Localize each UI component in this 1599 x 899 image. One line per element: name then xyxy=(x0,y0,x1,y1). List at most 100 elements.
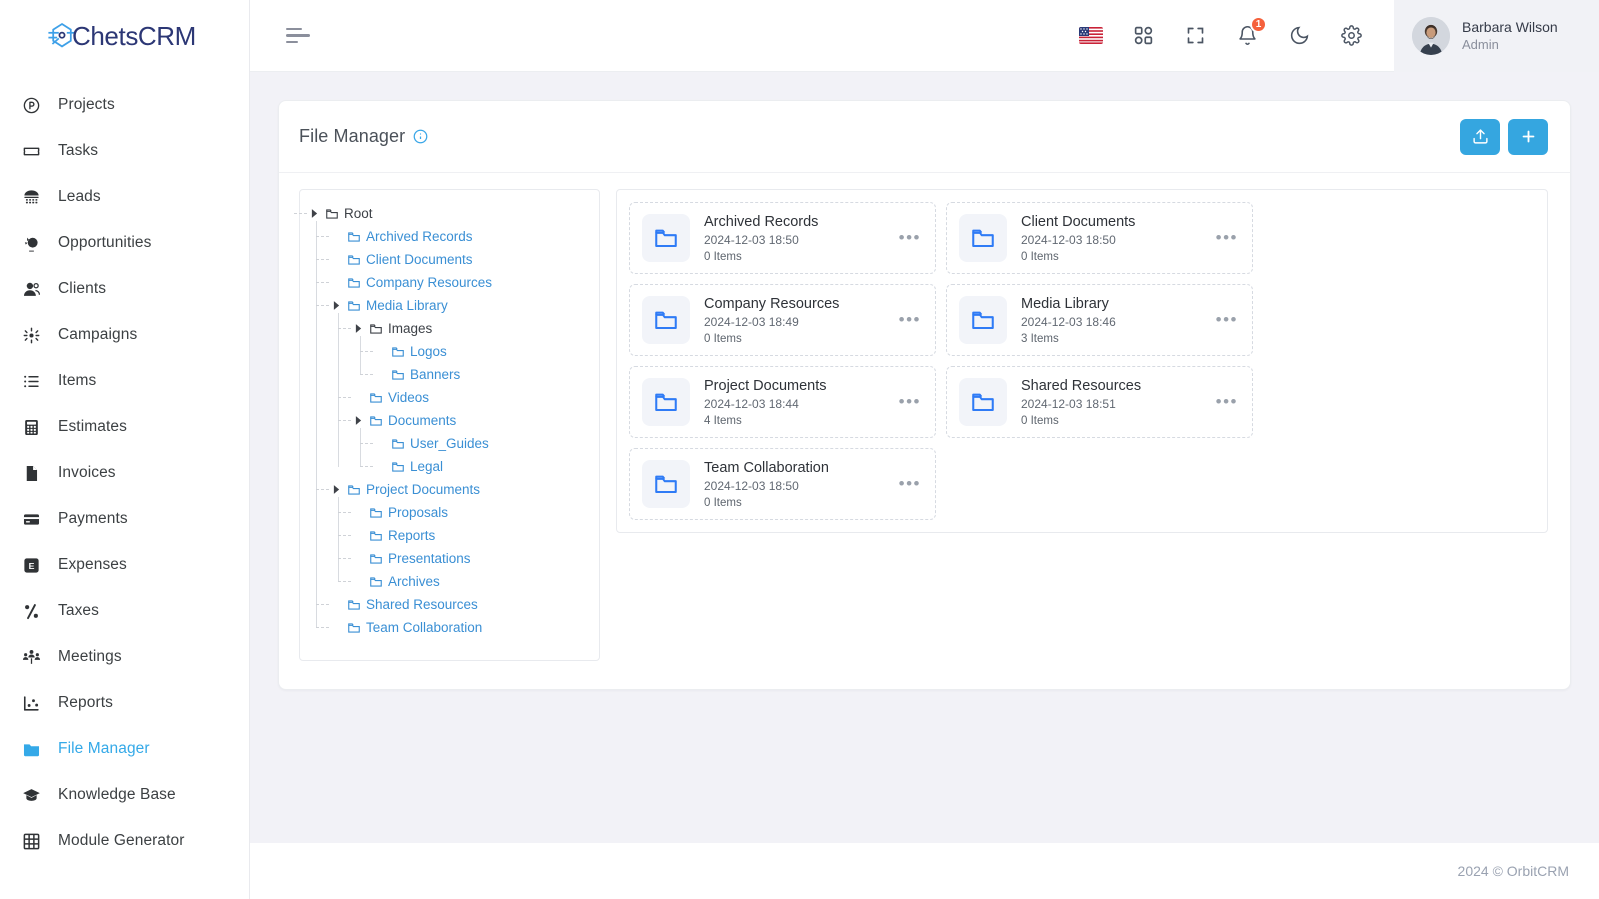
tree-caret-icon[interactable] xyxy=(332,485,341,494)
sidebar-item-meetings[interactable]: Meetings xyxy=(0,634,249,680)
tree-node-label[interactable]: Client Documents xyxy=(366,252,473,267)
panel-actions xyxy=(1460,118,1548,155)
file-options-menu-icon[interactable]: ••• xyxy=(1214,311,1240,328)
tree-node-label[interactable]: Shared Resources xyxy=(366,597,478,612)
tree-row-legal[interactable]: Legal xyxy=(376,455,589,478)
tree-row-reports[interactable]: Reports xyxy=(354,524,589,547)
tree-node-label[interactable]: Logos xyxy=(410,344,447,359)
list-icon xyxy=(20,370,42,392)
tree-row-archives[interactable]: Archives xyxy=(354,570,589,593)
tree-folder-icon xyxy=(346,598,361,612)
tree-row-user_guides[interactable]: User_Guides xyxy=(376,432,589,455)
tree-row-banners[interactable]: Banners xyxy=(376,363,589,386)
file-meta: Media Library 2024-12-03 18:46 3 Items xyxy=(1021,294,1200,347)
sidebar-item-module-generator[interactable]: Module Generator xyxy=(0,818,249,864)
tree-node-label[interactable]: Archived Records xyxy=(366,229,473,244)
file-card[interactable]: Project Documents 2024-12-03 18:44 4 Items… xyxy=(629,366,936,438)
tree-children: Logos Banners xyxy=(354,336,589,386)
sidebar-item-clients[interactable]: Clients xyxy=(0,266,249,312)
sidebar-item-leads[interactable]: Leads xyxy=(0,174,249,220)
file-options-menu-icon[interactable]: ••• xyxy=(897,393,923,410)
language-flag-icon[interactable] xyxy=(1078,23,1104,49)
sidebar-item-expenses[interactable]: E Expenses xyxy=(0,542,249,588)
tree-node-label[interactable]: Images xyxy=(388,321,432,336)
tree-node-label[interactable]: Project Documents xyxy=(366,482,480,497)
tree-caret-icon[interactable] xyxy=(354,416,363,425)
hamburger-icon[interactable] xyxy=(286,27,310,45)
tree-node-label[interactable]: Archives xyxy=(388,574,440,589)
file-options-menu-icon[interactable]: ••• xyxy=(897,229,923,246)
sidebar-item-knowledge-base[interactable]: Knowledge Base xyxy=(0,772,249,818)
file-options-menu-icon[interactable]: ••• xyxy=(1214,393,1240,410)
sidebar-item-label: Knowledge Base xyxy=(58,786,176,803)
sidebar-item-tasks[interactable]: Tasks xyxy=(0,128,249,174)
credit-card-icon xyxy=(20,508,42,530)
tree-caret-icon[interactable] xyxy=(354,324,363,333)
sidebar-item-payments[interactable]: Payments xyxy=(0,496,249,542)
file-options-menu-icon[interactable]: ••• xyxy=(897,475,923,492)
tree-row-presentations[interactable]: Presentations xyxy=(354,547,589,570)
tree-row-media-library[interactable]: Media Library xyxy=(332,294,589,317)
sidebar-item-estimates[interactable]: Estimates xyxy=(0,404,249,450)
sidebar-item-reports[interactable]: Reports xyxy=(0,680,249,726)
tree-node-label[interactable]: Proposals xyxy=(388,505,448,520)
main-area: 1 Barbara Wilson Admin File Manager Root… xyxy=(250,0,1599,899)
tree-row-archived-records[interactable]: Archived Records xyxy=(332,225,589,248)
dark-mode-moon-icon[interactable] xyxy=(1286,23,1312,49)
tree-node-label[interactable]: User_Guides xyxy=(410,436,489,451)
folder-icon xyxy=(642,460,690,508)
upload-button[interactable] xyxy=(1460,118,1500,155)
sidebar-item-taxes[interactable]: Taxes xyxy=(0,588,249,634)
sidebar-item-opportunities[interactable]: Opportunities xyxy=(0,220,249,266)
tree-node-label[interactable]: Root xyxy=(344,206,373,221)
tree-folder-icon xyxy=(346,230,361,244)
sidebar-item-campaigns[interactable]: Campaigns xyxy=(0,312,249,358)
tree-node-label[interactable]: Videos xyxy=(388,390,429,405)
tree-node-label[interactable]: Company Resources xyxy=(366,275,492,290)
notification-bell-icon[interactable]: 1 xyxy=(1234,15,1267,49)
tree-row-images[interactable]: Images xyxy=(354,317,589,340)
tree-node-label[interactable]: Team Collaboration xyxy=(366,620,482,635)
tree-node-label[interactable]: Presentations xyxy=(388,551,471,566)
tree-caret-icon[interactable] xyxy=(310,209,319,218)
file-options-menu-icon[interactable]: ••• xyxy=(1214,229,1240,246)
file-card[interactable]: Media Library 2024-12-03 18:46 3 Items ••• xyxy=(946,284,1253,356)
fullscreen-icon[interactable] xyxy=(1182,23,1208,49)
tree-node-label[interactable]: Reports xyxy=(388,528,435,543)
tree-row-shared-resources[interactable]: Shared Resources xyxy=(332,593,589,616)
tree-row-documents[interactable]: Documents xyxy=(354,409,589,432)
tree-node-label[interactable]: Banners xyxy=(410,367,460,382)
tree-row-team-collaboration[interactable]: Team Collaboration xyxy=(332,616,589,639)
file-item-count: 0 Items xyxy=(704,250,742,263)
sidebar-item-file-manager[interactable]: File Manager xyxy=(0,726,249,772)
tree-row-logos[interactable]: Logos xyxy=(376,340,589,363)
file-card[interactable]: Company Resources 2024-12-03 18:49 0 Items… xyxy=(629,284,936,356)
file-card[interactable]: Shared Resources 2024-12-03 18:51 0 Items •… xyxy=(946,366,1253,438)
file-card[interactable]: Archived Records 2024-12-03 18:50 0 Items •… xyxy=(629,202,936,274)
tree-row-proposals[interactable]: Proposals xyxy=(354,501,589,524)
tree-row-root[interactable]: Root xyxy=(310,202,589,225)
tree-row-project-documents[interactable]: Project Documents xyxy=(332,478,589,501)
tree-node-label[interactable]: Media Library xyxy=(366,298,448,313)
file-card[interactable]: Team Collaboration 2024-12-03 18:50 0 Item… xyxy=(629,448,936,520)
tree-caret-icon[interactable] xyxy=(332,301,341,310)
tree-node-label[interactable]: Documents xyxy=(388,413,456,428)
tree-row-company-resources[interactable]: Company Resources xyxy=(332,271,589,294)
sidebar-item-items[interactable]: Items xyxy=(0,358,249,404)
brand-name: ChetsCRM xyxy=(72,20,196,51)
file-options-menu-icon[interactable]: ••• xyxy=(897,311,923,328)
info-circle-icon[interactable] xyxy=(413,129,428,144)
user-menu[interactable]: Barbara Wilson Admin xyxy=(1394,0,1599,72)
sidebar-item-invoices[interactable]: Invoices xyxy=(0,450,249,496)
notification-badge: 1 xyxy=(1250,15,1267,33)
tree-row-videos[interactable]: Videos xyxy=(354,386,589,409)
settings-gear-icon[interactable] xyxy=(1338,23,1364,49)
brand-logo-area[interactable]: ChetsCRM xyxy=(0,0,249,72)
user-role: Admin xyxy=(1462,37,1499,52)
file-card[interactable]: Client Documents 2024-12-03 18:50 0 Items •… xyxy=(946,202,1253,274)
apps-grid-icon[interactable] xyxy=(1130,23,1156,49)
tree-node-label[interactable]: Legal xyxy=(410,459,443,474)
sidebar-item-projects[interactable]: Projects xyxy=(0,82,249,128)
tree-row-client-documents[interactable]: Client Documents xyxy=(332,248,589,271)
add-button[interactable] xyxy=(1508,118,1548,155)
